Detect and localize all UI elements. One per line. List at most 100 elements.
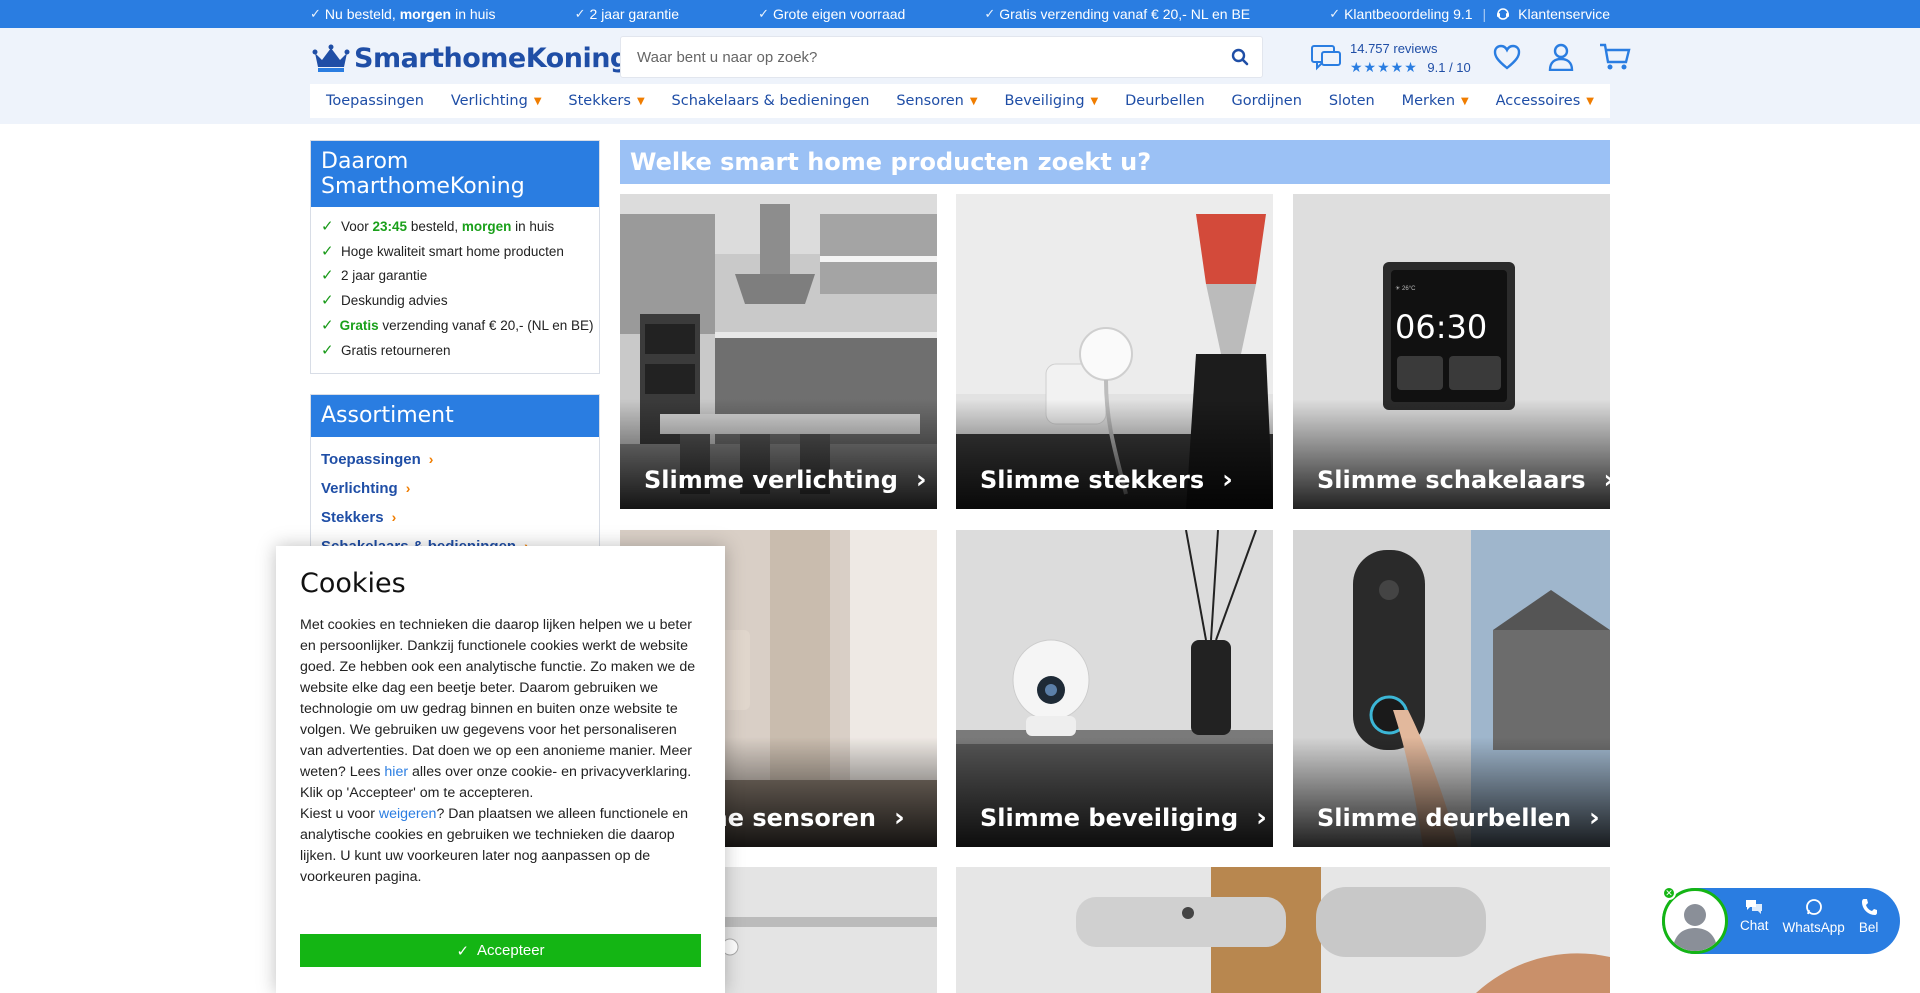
header-icons [1490, 40, 1632, 74]
chevron-right-icon: › [405, 480, 411, 496]
nav-beveiliging[interactable]: Beveiliging ▼ [1004, 93, 1098, 109]
why-us-list: ✓ Voor 23:45 besteld, morgen in huis ✓ Hog… [311, 207, 599, 373]
cookie-dialog: Cookies Met cookies en technieken die da… [276, 546, 725, 993]
page-title: Welke smart home producten zoekt u? [620, 140, 1610, 184]
list-item: ✓ Gratis retourneren [321, 339, 589, 364]
list-item: ✓ 2 jaar garantie [321, 264, 589, 289]
nav-gordijnen[interactable]: Gordijnen [1232, 93, 1302, 109]
chevron-down-icon: ▼ [533, 95, 542, 107]
list-item: ✓ Voor 23:45 besteld, morgen in huis [321, 215, 589, 240]
check-icon: ✓ [456, 942, 470, 960]
privacy-link[interactable]: hier [384, 764, 408, 780]
assortment-item-toepassingen[interactable]: Toepassingen › [321, 445, 589, 474]
divider: | [1482, 6, 1487, 22]
check-icon: ✓ [321, 218, 334, 235]
wishlist-button[interactable] [1490, 40, 1524, 74]
chevron-down-icon: ▼ [1586, 95, 1594, 107]
clock-display: 06:30 [1395, 308, 1487, 346]
user-icon [1548, 43, 1574, 71]
check-icon: ✓ [321, 242, 334, 260]
headset-icon [1497, 8, 1510, 20]
cookie-text-refuse: Kiest u voor weigeren? Dan plaatsen we a… [300, 806, 689, 885]
nav-deurbellen[interactable]: Deurbellen [1125, 93, 1205, 109]
reviews-widget[interactable]: 14.757 reviews ★★★★★ 9.1 / 10 [1310, 38, 1471, 78]
list-item: ✓ Hoge kwaliteit smart home producten [321, 240, 589, 265]
category-tile-schakelaars[interactable]: ☀ 26°C 06:30 Slimme schakelaars› [1293, 194, 1610, 509]
svg-text:☀ 26°C: ☀ 26°C [1395, 285, 1416, 292]
chevron-right-icon: › [1604, 465, 1610, 495]
whatsapp-icon [1805, 899, 1822, 915]
nav-sensoren[interactable]: Sensoren ▼ [896, 93, 977, 109]
assortment-item-stekkers[interactable]: Stekkers › [321, 503, 589, 532]
nav-sloten[interactable]: Sloten [1329, 93, 1375, 109]
nav-toepassingen[interactable]: Toepassingen [326, 93, 424, 109]
chevron-down-icon: ▼ [969, 95, 978, 107]
call-button[interactable]: Bel [1859, 898, 1878, 935]
rating-stars: ★★★★★ [1350, 58, 1418, 75]
category-tile-stekkers[interactable]: Slimme stekkers › [956, 194, 1273, 509]
usp-item: ✓ Gratis verzending vanaf € 20,- NL en BE [984, 6, 1251, 22]
logo-text: SmarthomeKoning [354, 42, 629, 74]
why-us-box: Daarom SmarthomeKoning ✓ Voor 23:45 beste… [310, 140, 600, 374]
list-item: ✓ Gratis verzending vanaf € 20,- (NL en B… [321, 314, 593, 339]
assortment-item-verlichting[interactable]: Verlichting › [321, 474, 589, 503]
usp-item: ✓ Nu besteld, morgen in huis [310, 6, 496, 22]
usp-item[interactable]: ✓ Klantbeoordeling 9.1 | Klantenservice [1329, 6, 1610, 22]
site-logo[interactable]: SmarthomeKoning [312, 38, 629, 78]
refuse-link[interactable]: weigeren [379, 806, 437, 822]
nav-merken[interactable]: Merken ▼ [1402, 93, 1469, 109]
account-button[interactable] [1544, 40, 1578, 74]
search-icon [1231, 48, 1249, 66]
usp-item: ✓ Grote eigen voorraad [758, 6, 906, 22]
crown-icon [312, 44, 350, 72]
nav-schakelaars[interactable]: Schakelaars & bedieningen [672, 93, 870, 109]
check-icon: ✓ [321, 267, 334, 285]
heart-icon [1493, 44, 1521, 70]
reviews-count: 14.757 reviews [1350, 40, 1438, 56]
phone-icon [1861, 899, 1877, 915]
usp-topbar: ✓ Nu besteld, morgen in huis ✓ 2 jaar gara… [0, 0, 1920, 28]
chevron-right-icon: › [428, 451, 434, 467]
main-navigation: Toepassingen Verlichting ▼ Stekkers ▼ Scha… [310, 84, 1610, 118]
check-icon: ✓ [321, 292, 334, 310]
nav-accessoires[interactable]: Accessoires ▼ [1496, 93, 1594, 109]
chevron-down-icon: ▼ [1090, 95, 1099, 107]
category-tile-deurbellen[interactable]: Slimme deurbellen › [1293, 530, 1610, 847]
chevron-right-icon: › [1256, 803, 1267, 833]
chat-button[interactable]: Chat [1740, 898, 1769, 935]
category-tile-sloten[interactable] [956, 867, 1610, 993]
check-icon: ✓ [758, 6, 769, 21]
category-tile-verlichting[interactable]: Slimme verlichting › [620, 194, 937, 509]
why-us-title: Daarom SmarthomeKoning [311, 141, 599, 207]
cookie-title: Cookies [300, 568, 406, 599]
check-icon: ✓ [310, 6, 321, 21]
list-item: ✓ Deskundig advies [321, 289, 589, 314]
cookie-text: Met cookies en technieken die daarop lij… [300, 617, 696, 801]
site-header: SmarthomeKoning 14.757 reviews ★★★★★ 9.1… [0, 28, 1920, 124]
check-icon: ✓ [321, 341, 334, 359]
chevron-right-icon: › [1222, 465, 1233, 495]
tile-label: Slimme verlichting › [644, 465, 927, 495]
review-bubble-icon [1311, 45, 1341, 71]
search-button[interactable] [1218, 37, 1262, 77]
tile-label: Slimme stekkers › [980, 465, 1233, 495]
nav-stekkers[interactable]: Stekkers ▼ [568, 93, 644, 109]
cart-icon [1600, 43, 1631, 70]
check-icon: ✓ [574, 6, 586, 21]
chat-widget[interactable]: ✕ Chat WhatsApp Bel [1662, 886, 1900, 954]
whatsapp-button[interactable]: WhatsApp [1783, 898, 1845, 935]
chevron-right-icon: › [391, 509, 397, 525]
cart-button[interactable] [1598, 40, 1632, 74]
search-input[interactable] [621, 37, 1218, 77]
check-icon: ✓ [984, 6, 996, 21]
category-tile-beveiliging[interactable]: Slimme beveiliging › [956, 530, 1273, 847]
rating-score: 9.1 / 10 [1427, 59, 1471, 75]
tile-label: Slimme schakelaars› [1317, 465, 1610, 495]
customer-service-link[interactable]: Klantenservice [1518, 6, 1610, 22]
chevron-right-icon: › [1589, 803, 1600, 833]
accept-cookies-button[interactable]: ✓ Accepteer [300, 934, 701, 967]
search-bar [620, 36, 1263, 78]
usp-item: ✓ 2 jaar garantie [574, 6, 680, 22]
chevron-down-icon: ▼ [636, 95, 645, 107]
nav-verlichting[interactable]: Verlichting ▼ [451, 93, 542, 109]
